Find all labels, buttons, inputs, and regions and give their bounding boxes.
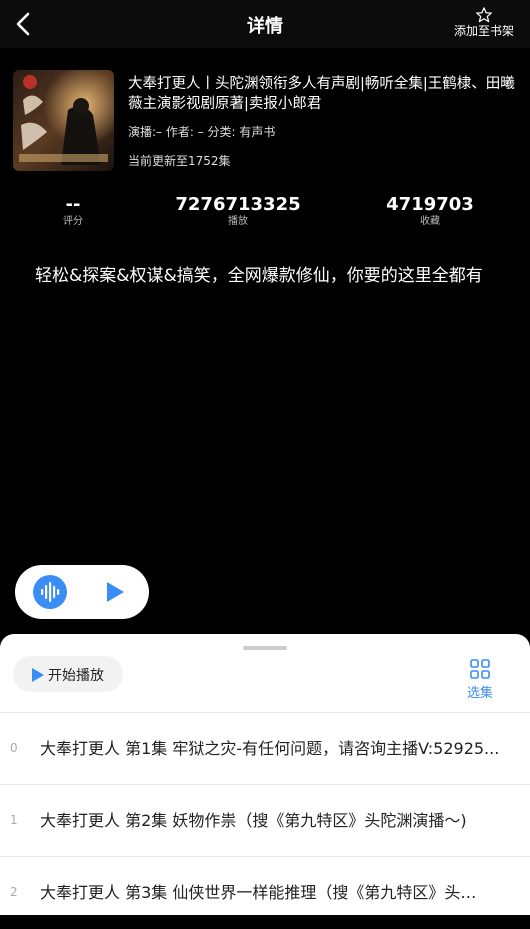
play-icon [32,668,44,682]
stat-plays: 7276713325 播放 [158,195,318,229]
play-button[interactable] [103,580,127,604]
episode-row[interactable]: 2 大奉打更人 第3集 仙侠世界一样能推理（搜《第九特区》头… [0,857,530,929]
episode-index: 1 [10,813,18,827]
stat-plays-label: 播放 [228,216,248,227]
mini-player [15,565,149,619]
update-status: 当前更新至1752集 [128,154,231,168]
drag-handle[interactable] [243,646,287,650]
stat-rating-value: -- [65,194,81,215]
book-title: 大奉打更人丨头陀渊领衔多人有声剧|畅听全集|王鹤棣、田曦薇主演影视剧原著|卖报小… [128,76,515,112]
play-icon [107,582,124,602]
episode-title: 大奉打更人 第2集 妖物作祟（搜《第九特区》头陀渊演播～) [40,811,467,830]
episode-title: 大奉打更人 第3集 仙侠世界一样能推理（搜《第九特区》头… [40,883,477,902]
add-to-shelf-button[interactable]: 添加至书架 [448,6,520,38]
episode-index: 0 [10,741,18,755]
sound-wave-icon [41,582,60,602]
stat-favorites: 4719703 收藏 [350,195,510,229]
start-play-button[interactable]: 开始播放 [13,656,123,692]
book-cover [13,70,114,171]
grid-icon [470,659,490,679]
book-description: 轻松&探案&权谋&搞笑，全网爆款修仙，你要的这里全都有 [35,266,483,286]
stats-row: -- 评分 7276713325 播放 4719703 收藏 [0,195,530,231]
stat-rating: -- 评分 [0,195,153,229]
star-icon [476,7,492,23]
episode-index: 2 [10,885,18,899]
episode-sheet: 开始播放 选集 0 大奉打更人 第1集 牢狱之灾-有任何问题，请咨询主播V:52… [0,634,530,915]
stat-favorites-label: 收藏 [420,216,440,227]
top-bar: 详情 添加至书架 [0,0,530,48]
stat-favorites-value: 4719703 [386,194,474,215]
book-meta: 演播:– 作者: – 分类: 有声书 [128,125,276,139]
stat-plays-value: 7276713325 [175,194,301,215]
episode-title: 大奉打更人 第1集 牢狱之灾-有任何问题，请咨询主播V:52925... [40,739,500,758]
book-info: 大奉打更人丨头陀渊领衔多人有声剧|畅听全集|王鹤棣、田曦薇主演影视剧原著|卖报小… [128,74,518,169]
select-episodes-label: 选集 [466,686,493,701]
select-episodes-button[interactable]: 选集 [462,658,498,701]
episode-row[interactable]: 1 大奉打更人 第2集 妖物作祟（搜《第九特区》头陀渊演播～) [0,785,530,857]
stat-rating-label: 评分 [63,216,83,227]
audio-wave-button[interactable] [33,575,67,609]
start-play-label: 开始播放 [48,668,104,684]
add-to-shelf-label: 添加至书架 [453,24,514,38]
episode-row[interactable]: 0 大奉打更人 第1集 牢狱之灾-有任何问题，请咨询主播V:52925... [0,713,530,785]
